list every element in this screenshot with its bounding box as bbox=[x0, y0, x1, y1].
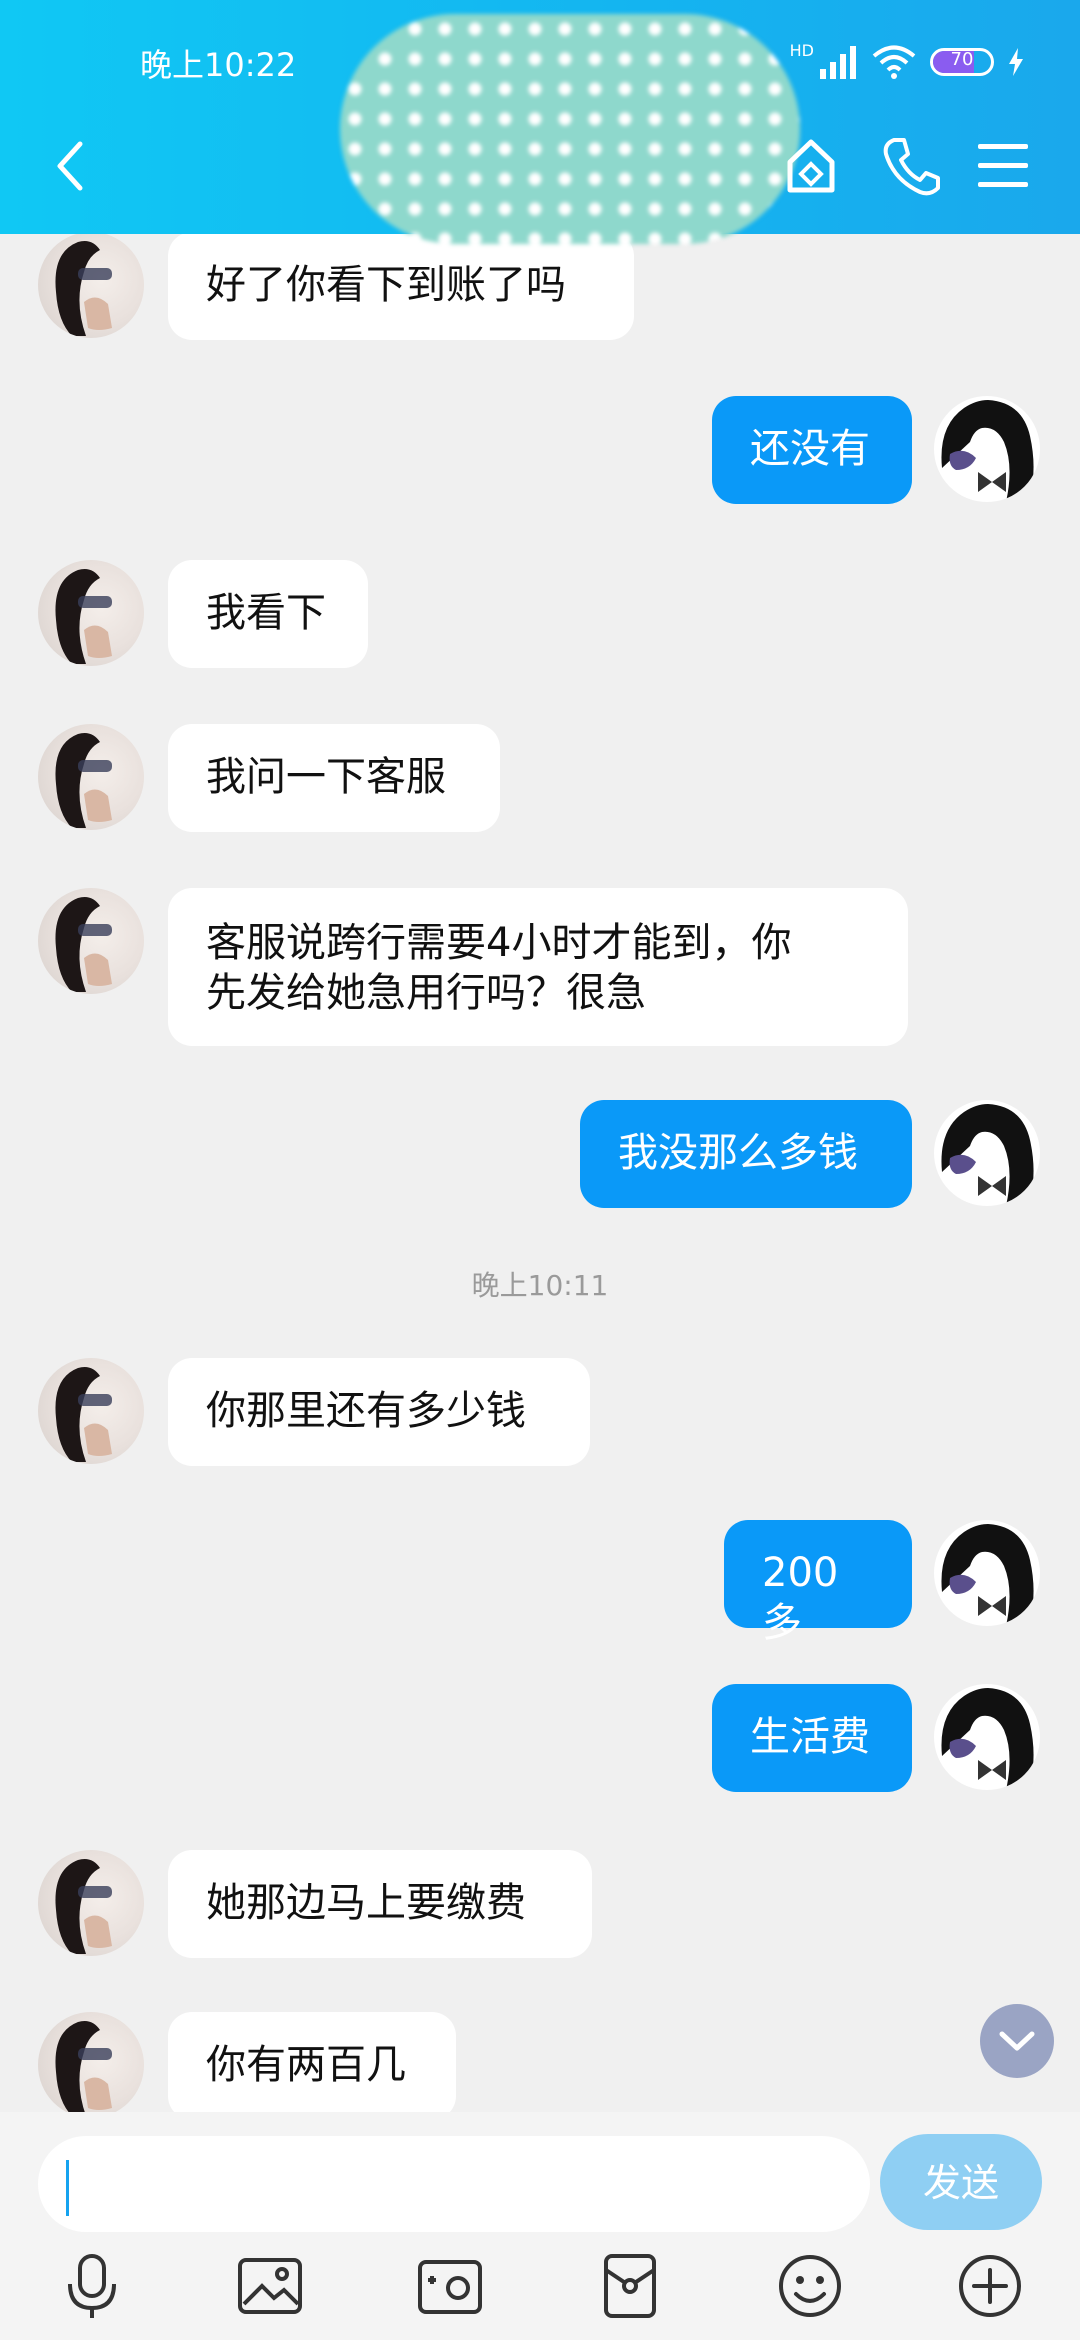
battery-level: 70 bbox=[950, 49, 974, 70]
contact-avatar[interactable] bbox=[38, 560, 144, 666]
user-avatar[interactable] bbox=[934, 1684, 1040, 1790]
microphone-icon[interactable] bbox=[58, 2252, 126, 2320]
phone-icon[interactable] bbox=[880, 134, 940, 198]
battery-icon: 70 bbox=[930, 48, 994, 76]
contact-avatar[interactable] bbox=[38, 1358, 144, 1464]
network-type-label: HD bbox=[789, 40, 814, 60]
top-bar: 晚上10:22 HD 70 bbox=[0, 0, 1080, 244]
user-avatar[interactable] bbox=[934, 1520, 1040, 1626]
contact-avatar[interactable] bbox=[38, 1850, 144, 1956]
text-cursor bbox=[66, 2160, 69, 2216]
wifi-icon bbox=[872, 45, 916, 79]
input-area: 发送 bbox=[0, 2112, 1080, 2340]
user-avatar[interactable] bbox=[934, 396, 1040, 502]
message-bubble-incoming[interactable]: 你那里还有多少钱 bbox=[168, 1358, 590, 1466]
contact-avatar[interactable] bbox=[38, 232, 144, 338]
charging-icon bbox=[1009, 48, 1023, 76]
time-separator: 晚上10:11 bbox=[471, 1269, 609, 1302]
scroll-to-bottom-button[interactable] bbox=[980, 2004, 1054, 2078]
message-bubble-incoming[interactable]: 客服说跨行需要4小时才能到，你 先发给她急用行吗？很急 bbox=[168, 888, 908, 1046]
contact-avatar[interactable] bbox=[38, 888, 144, 994]
status-time: 晚上10:22 bbox=[140, 46, 297, 84]
camera-icon[interactable] bbox=[416, 2252, 484, 2320]
menu-icon[interactable] bbox=[976, 142, 1030, 190]
message-bubble-incoming[interactable]: 我看下 bbox=[168, 560, 368, 668]
contact-avatar[interactable] bbox=[38, 2012, 144, 2118]
red-packet-icon[interactable] bbox=[596, 2252, 664, 2320]
home-icon[interactable] bbox=[784, 136, 838, 196]
back-icon[interactable] bbox=[50, 136, 90, 196]
message-bubble-incoming[interactable]: 我问一下客服 bbox=[168, 724, 500, 832]
emoji-icon[interactable] bbox=[776, 2252, 844, 2320]
plus-icon[interactable] bbox=[956, 2252, 1024, 2320]
signal-icon bbox=[820, 46, 856, 79]
message-bubble-outgoing[interactable]: 200多 bbox=[724, 1520, 912, 1646]
blurred-contact-name bbox=[340, 14, 800, 244]
message-bubble-outgoing[interactable]: 还没有 bbox=[712, 396, 912, 504]
send-button[interactable]: 发送 bbox=[880, 2134, 1042, 2230]
message-bubble-outgoing[interactable]: 我没那么多钱 bbox=[580, 1100, 912, 1208]
user-avatar[interactable] bbox=[934, 1100, 1040, 1206]
message-input[interactable] bbox=[38, 2136, 870, 2232]
message-bubble-outgoing[interactable]: 生活费 bbox=[712, 1684, 912, 1792]
contact-avatar[interactable] bbox=[38, 724, 144, 830]
image-icon[interactable] bbox=[236, 2252, 304, 2320]
chevron-down-icon bbox=[999, 2031, 1035, 2051]
message-bubble-incoming[interactable]: 你有两百几 bbox=[168, 2012, 456, 2120]
status-icons: HD 70 bbox=[790, 38, 1024, 86]
message-bubble-incoming[interactable]: 她那边马上要缴费 bbox=[168, 1850, 592, 1958]
message-bubble-incoming[interactable]: 好了你看下到账了吗 bbox=[168, 232, 634, 340]
